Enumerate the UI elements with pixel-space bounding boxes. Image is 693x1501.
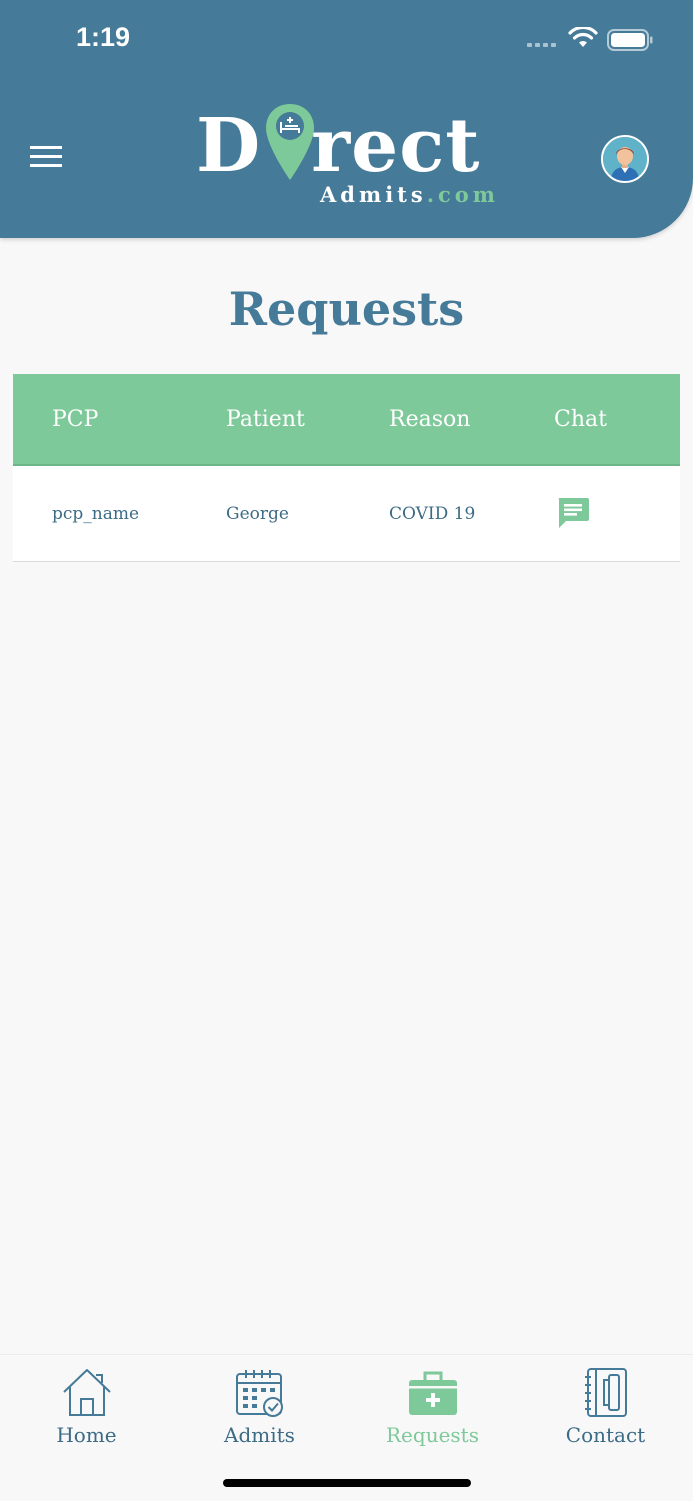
tab-requests-label: Requests (386, 1423, 479, 1447)
logo-letters-rect: rect (311, 103, 481, 189)
column-header-patient: Patient (226, 407, 305, 432)
menu-line (30, 164, 62, 167)
logo-wordmark: Drect (196, 98, 480, 194)
column-header-reason: Reason (389, 407, 471, 432)
cell-patient: George (226, 504, 289, 524)
tab-admits[interactable]: Admits (173, 1355, 346, 1465)
logo-letter-d: D (196, 103, 262, 189)
tab-home-label: Home (56, 1423, 117, 1447)
table-header: PCP Patient Reason Chat (13, 374, 680, 466)
chat-button[interactable] (556, 497, 590, 529)
tab-home[interactable]: Home (0, 1355, 173, 1465)
calendar-check-icon (235, 1370, 283, 1417)
status-time: 1:19 (76, 22, 131, 52)
cell-pcp: pcp_name (52, 504, 140, 524)
medical-kit-icon (408, 1371, 457, 1415)
direct-admits-logo: Drect Admits.com (196, 98, 496, 210)
hamburger-menu-button[interactable] (30, 146, 62, 170)
house-icon (62, 1369, 111, 1416)
cell-reason: COVID 19 (389, 504, 476, 524)
user-avatar-icon (603, 137, 647, 181)
battery-icon (607, 29, 653, 51)
tab-contact[interactable]: Contact (519, 1355, 692, 1465)
phone-book-icon (584, 1368, 627, 1417)
logo-subtitle: Admits.com (320, 182, 499, 207)
column-header-chat: Chat (554, 407, 607, 432)
tab-admits-label: Admits (224, 1423, 295, 1447)
menu-line (30, 146, 62, 149)
wifi-icon (568, 27, 598, 47)
profile-avatar-button[interactable] (601, 135, 649, 183)
chat-icon (558, 498, 589, 528)
cellular-signal-icon (527, 43, 556, 47)
page-title: Requests (228, 282, 465, 336)
tab-contact-label: Contact (565, 1423, 646, 1447)
hospital-bed-pin-icon (266, 104, 314, 180)
logo-subtitle-admits: Admits (320, 182, 427, 207)
tab-requests[interactable]: Requests (346, 1355, 519, 1465)
logo-subtitle-dotcom: .com (426, 182, 500, 207)
table-row[interactable]: pcp_name George COVID 19 (13, 466, 680, 562)
home-indicator (223, 1479, 471, 1487)
app-header: 1:19 Drect Admits.com (0, 0, 693, 238)
column-header-pcp: PCP (52, 407, 99, 432)
menu-line (30, 155, 62, 158)
